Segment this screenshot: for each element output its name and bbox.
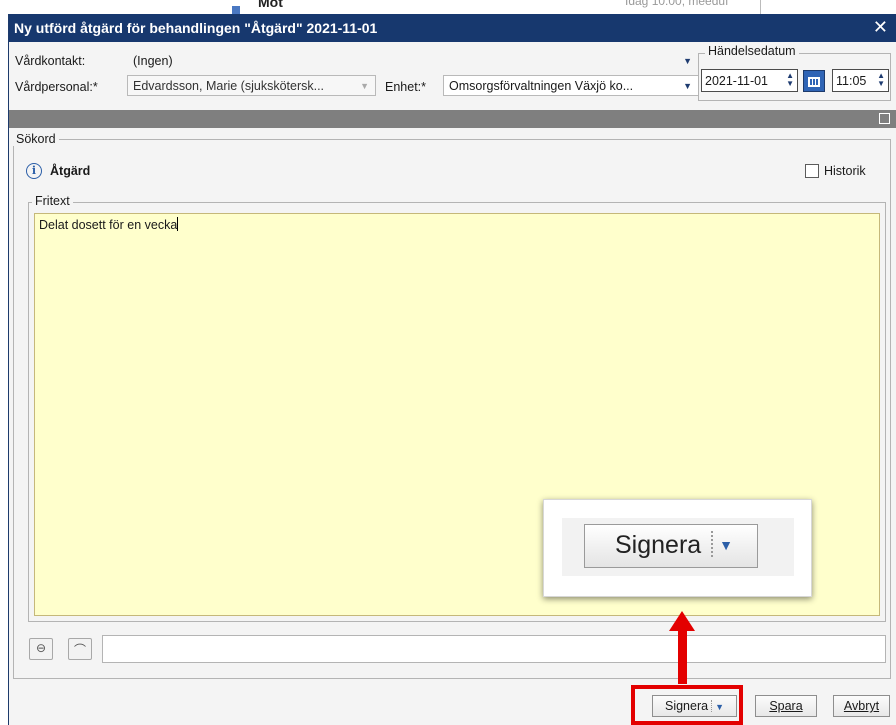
avbryt-button[interactable]: Avbryt xyxy=(833,695,890,717)
spara-button[interactable]: Spara xyxy=(755,695,817,717)
spara-label: Spara xyxy=(769,699,803,713)
red-arrow-shaft xyxy=(678,628,687,684)
calendar-icon[interactable] xyxy=(803,70,825,92)
info-icon[interactable]: i xyxy=(26,163,42,179)
handelsedatum-label: Händelsedatum xyxy=(705,44,799,58)
historik-label: Historik xyxy=(824,164,866,178)
signera-zoomed-label: Signera xyxy=(615,531,702,559)
enhet-value: Omsorgsförvaltningen Växjö ko... xyxy=(449,79,634,93)
spinner-icon[interactable]: ▲ ▼ xyxy=(786,72,794,88)
chevron-down-icon: ▼ xyxy=(683,56,692,66)
split-divider xyxy=(711,531,714,557)
vardkontakt-label: Vårdkontakt: xyxy=(15,54,86,68)
background-title: Möt xyxy=(258,0,283,10)
text-caret xyxy=(177,217,179,231)
fritext-content: Delat dosett för en vecka xyxy=(39,218,178,232)
chevron-down-icon: ▼ xyxy=(683,81,692,91)
time-input[interactable]: 11:05 ▲ ▼ xyxy=(832,69,889,92)
vardkontakt-select[interactable]: (Ingen) ▼ xyxy=(127,50,699,71)
link-icon[interactable]: ⊖ xyxy=(29,638,53,660)
chevron-down-icon: ▼ xyxy=(360,81,369,91)
dialog-title: Ny utförd åtgärd för behandlingen "Åtgär… xyxy=(14,20,378,36)
vardpersonal-value: Edvardsson, Marie (sjuksköt­ersk... xyxy=(133,79,325,93)
enhet-label: Enhet:* xyxy=(385,80,427,94)
sokord-label: Sökord xyxy=(13,132,59,146)
time-value: 11:05 xyxy=(836,74,867,88)
section-toolbar xyxy=(9,110,896,128)
maximize-icon[interactable] xyxy=(879,113,890,124)
term-title: Åtgärd xyxy=(50,164,91,178)
vardpersonal-select[interactable]: Edvardsson, Marie (sjuksköt­ersk... ▼ xyxy=(127,75,376,96)
enhet-select[interactable]: Omsorgsförvaltningen Växjö ko... ▼ xyxy=(443,75,699,96)
background-time: Idag 10:00, meeduf xyxy=(625,0,729,8)
paperclip-icon[interactable]: ⌒ xyxy=(68,638,92,660)
fritext-label: Fritext xyxy=(32,194,73,208)
dialog-window: Ny utförd åtgärd för behandlingen "Åtgär… xyxy=(8,14,896,725)
close-icon[interactable]: ✕ xyxy=(873,17,888,37)
date-value: 2021-11-01 xyxy=(705,74,769,88)
background-window-strip: Möt Idag 10:00, meeduf xyxy=(0,0,896,14)
spinner-icon[interactable]: ▲ ▼ xyxy=(877,72,885,88)
zoom-callout: Signera ▼ xyxy=(543,499,812,597)
background-divider xyxy=(760,0,761,14)
date-input[interactable]: 2021-11-01 ▲ ▼ xyxy=(701,69,798,92)
dialog-titlebar: Ny utförd åtgärd för behandlingen "Åtgär… xyxy=(9,14,896,42)
vardkontakt-value: (Ingen) xyxy=(133,54,173,68)
attachment-field[interactable] xyxy=(102,635,886,663)
historik-checkbox[interactable] xyxy=(805,164,819,178)
highlight-box xyxy=(631,685,743,725)
chevron-down-icon: ▼ xyxy=(719,537,734,553)
avbryt-label: Avbryt xyxy=(843,699,880,713)
vardpersonal-label: Vårdpersonal:* xyxy=(15,80,98,94)
signera-button-zoomed: Signera ▼ xyxy=(584,524,758,568)
background-square-icon xyxy=(232,6,240,14)
